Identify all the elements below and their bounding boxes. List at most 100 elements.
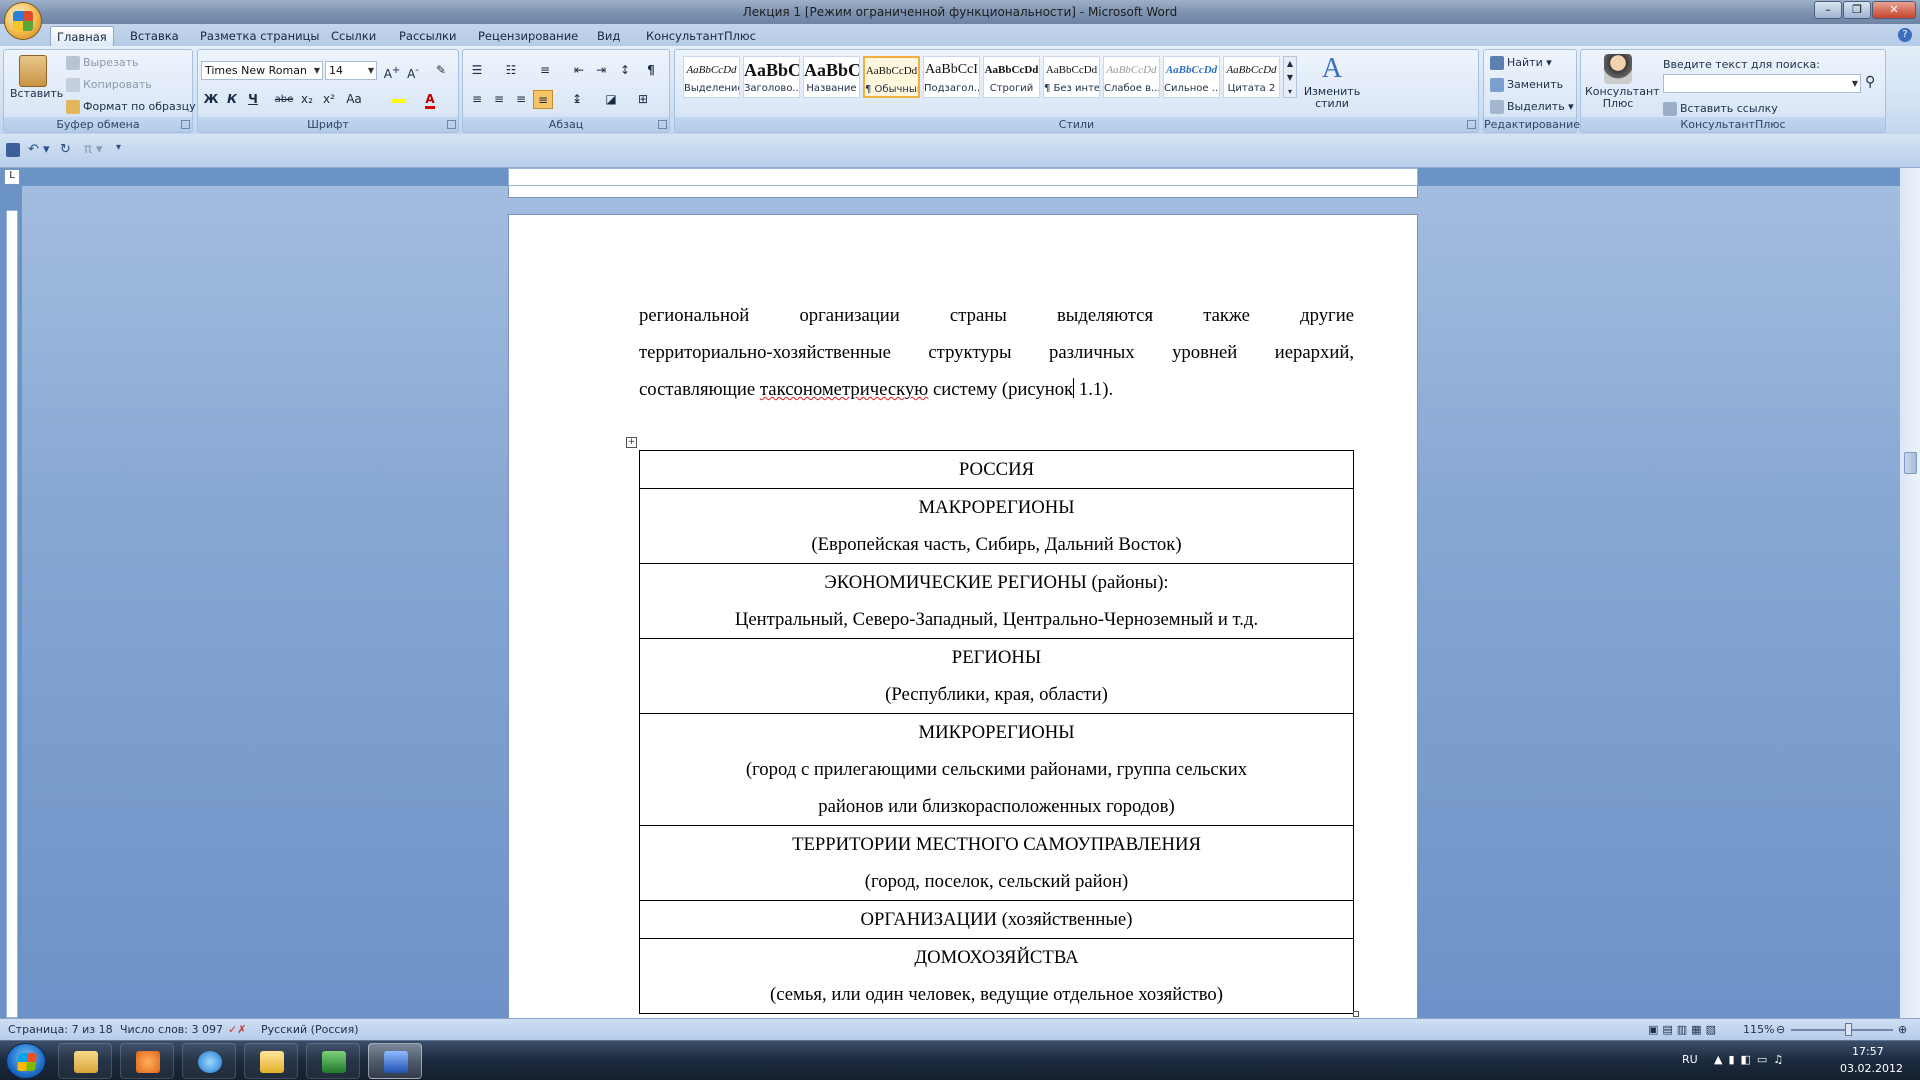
consultant-plus-button[interactable]: Консультант Плюс	[1585, 54, 1660, 110]
taskbar-explorer[interactable]	[58, 1043, 112, 1079]
insert-link-button[interactable]: Вставить ссылку	[1663, 102, 1778, 116]
bullets-button[interactable]: ☰	[467, 61, 487, 80]
help-icon[interactable]: ?	[1898, 28, 1912, 42]
office-button[interactable]	[4, 2, 42, 40]
tray-icons[interactable]: ▲▮◧▭♫	[1714, 1053, 1789, 1066]
italic-button[interactable]: К	[222, 90, 242, 109]
change-case-button[interactable]: Aa	[344, 90, 364, 109]
customize-toolbar-icon[interactable]: ▾	[116, 142, 121, 153]
zoom-out-icon[interactable]: ⊖	[1776, 1023, 1785, 1036]
subscript-button[interactable]: x₂	[297, 90, 317, 109]
grow-font-button[interactable]: A+	[382, 61, 402, 81]
word-count[interactable]: Число слов: 3 097	[120, 1023, 223, 1036]
style-subtle-emphasis[interactable]: AaBbCcDd Слабое в...	[1103, 56, 1160, 98]
select-button[interactable]: Выделить ▾	[1490, 100, 1574, 114]
table-cell[interactable]: МИКРОРЕГИОНЫ (город с прилегающими сельск…	[639, 713, 1354, 826]
consultant-search-icon[interactable]: ⚲	[1865, 74, 1875, 90]
vertical-scrollbar[interactable]	[1900, 168, 1920, 1018]
strikethrough-button[interactable]: abe	[274, 90, 294, 109]
styles-expand-icon[interactable]	[1467, 120, 1476, 129]
style-strong[interactable]: AaBbCcDd Строгий	[983, 56, 1040, 98]
underline-button[interactable]: Ч	[243, 90, 263, 109]
style-subtitle[interactable]: AaBbCcI Подзагол...	[923, 56, 980, 98]
style-heading[interactable]: AaBbC Заголово...	[743, 56, 800, 98]
zoom-in-icon[interactable]: ⊕	[1898, 1023, 1907, 1036]
clock-date[interactable]: 03.02.2012	[1840, 1062, 1903, 1075]
table-cell[interactable]: МАКРОРЕГИОНЫ (Европейская часть, Сибирь, …	[639, 488, 1354, 564]
vertical-ruler[interactable]	[6, 210, 18, 1018]
justify-button[interactable]: ≡	[533, 90, 553, 109]
align-right-button[interactable]: ≡	[511, 90, 531, 109]
input-language[interactable]: RU	[1682, 1053, 1698, 1066]
tab-consultant[interactable]: КонсультантПлюс	[640, 26, 762, 46]
taskbar-ie[interactable]	[182, 1043, 236, 1079]
replace-button[interactable]: Заменить	[1490, 78, 1563, 92]
zoom-level[interactable]: 115%	[1743, 1023, 1774, 1036]
table-resize-handle[interactable]	[1353, 1011, 1359, 1017]
sort-button[interactable]: ↕	[615, 61, 635, 80]
cut-button[interactable]: Вырезать	[66, 56, 138, 70]
style-title[interactable]: AaBbC Название	[803, 56, 860, 98]
superscript-button[interactable]: x²	[319, 90, 339, 109]
change-styles-button[interactable]: A Изменить стили	[1303, 52, 1361, 110]
clock-time[interactable]: 17:57	[1852, 1045, 1884, 1058]
bold-button[interactable]: Ж	[201, 90, 221, 109]
tab-references[interactable]: Ссылки	[325, 26, 382, 46]
taskbar-outlook[interactable]	[244, 1043, 298, 1079]
redo-icon[interactable]: ↻	[60, 142, 71, 157]
start-button[interactable]	[6, 1043, 46, 1079]
font-name-combo[interactable]: Times New Roman ▼	[201, 61, 323, 80]
table-cell[interactable]: ТЕРРИТОРИИ МЕСТНОГО САМОУПРАВЛЕНИЯ (город…	[639, 825, 1354, 901]
tab-selector[interactable]: L	[4, 169, 20, 185]
tab-view[interactable]: Вид	[591, 26, 626, 46]
format-painter-button[interactable]: Формат по образцу	[66, 100, 196, 114]
numbering-button[interactable]: ☷	[501, 61, 521, 80]
highlight-button[interactable]	[388, 90, 408, 109]
clear-format-button[interactable]: ✎	[431, 61, 451, 80]
table-cell[interactable]: ОРГАНИЗАЦИИ (хозяйственные)	[639, 900, 1354, 939]
consultant-search-input[interactable]: ▼	[1663, 74, 1861, 93]
misspelled-word[interactable]: таксонометрическую	[760, 379, 928, 400]
taskbar-word[interactable]	[368, 1043, 422, 1079]
line-spacing-button[interactable]: ↨	[567, 90, 587, 109]
style-quote2[interactable]: AaBbCcDd Цитата 2	[1223, 56, 1280, 98]
style-intense-emphasis[interactable]: AaBbCcDd Сильное ...	[1163, 56, 1220, 98]
style-normal[interactable]: AaBbCcDd ¶ Обычный	[863, 56, 920, 98]
taskbar-excel[interactable]	[306, 1043, 360, 1079]
style-no-spacing[interactable]: AaBbCcDd ¶ Без инте...	[1043, 56, 1100, 98]
horizontal-ruler[interactable]	[508, 168, 1418, 186]
paragraph-expand-icon[interactable]	[658, 120, 667, 129]
decrease-indent-button[interactable]: ⇤	[569, 61, 589, 80]
taskbar-media-player[interactable]	[120, 1043, 174, 1079]
tab-home[interactable]: Главная	[50, 26, 114, 46]
paste-button[interactable]: Вставить	[10, 55, 63, 100]
document-page[interactable]: региональной организации страны выделяют…	[508, 214, 1418, 1020]
tab-mailings[interactable]: Рассылки	[393, 26, 462, 46]
table-cell[interactable]: ЭКОНОМИЧЕСКИЕ РЕГИОНЫ (районы): Центральн…	[639, 563, 1354, 639]
scrollbar-thumb[interactable]	[1904, 452, 1917, 474]
align-left-button[interactable]: ≡	[467, 90, 487, 109]
table-cell[interactable]: ДОМОХОЗЯЙСТВА (семья, или один человек, в…	[639, 938, 1354, 1014]
font-expand-icon[interactable]	[447, 120, 456, 129]
tab-insert[interactable]: Вставка	[124, 26, 185, 46]
table-move-handle-icon[interactable]: +	[626, 437, 637, 448]
tab-page-layout[interactable]: Разметка страницы	[194, 26, 325, 46]
view-buttons[interactable]: ▣▤▥▦▧	[1648, 1023, 1720, 1036]
body-paragraph[interactable]: региональной организации страны выделяют…	[639, 297, 1354, 408]
font-color-button[interactable]: A	[420, 90, 440, 109]
table-cell[interactable]: РЕГИОНЫ (Республики, края, области)	[639, 638, 1354, 714]
zoom-slider-thumb[interactable]	[1845, 1023, 1852, 1036]
borders-button[interactable]: ⊞	[633, 90, 653, 109]
minimize-button[interactable]: –	[1814, 1, 1842, 19]
find-button[interactable]: Найти ▾	[1490, 56, 1552, 70]
save-icon[interactable]	[6, 143, 20, 157]
style-emphasis[interactable]: AaBbCcDd Выделение	[683, 56, 740, 98]
restore-button[interactable]: ❐	[1843, 1, 1871, 19]
clipboard-expand-icon[interactable]	[181, 120, 190, 129]
font-size-combo[interactable]: 14 ▼	[325, 61, 377, 80]
zoom-slider[interactable]	[1791, 1029, 1893, 1031]
close-button[interactable]: ✕	[1872, 1, 1916, 19]
copy-button[interactable]: Копировать	[66, 78, 152, 92]
styles-scroll[interactable]: ▲ ▼ ▾	[1283, 56, 1297, 98]
shrink-font-button[interactable]: A-	[403, 61, 423, 81]
